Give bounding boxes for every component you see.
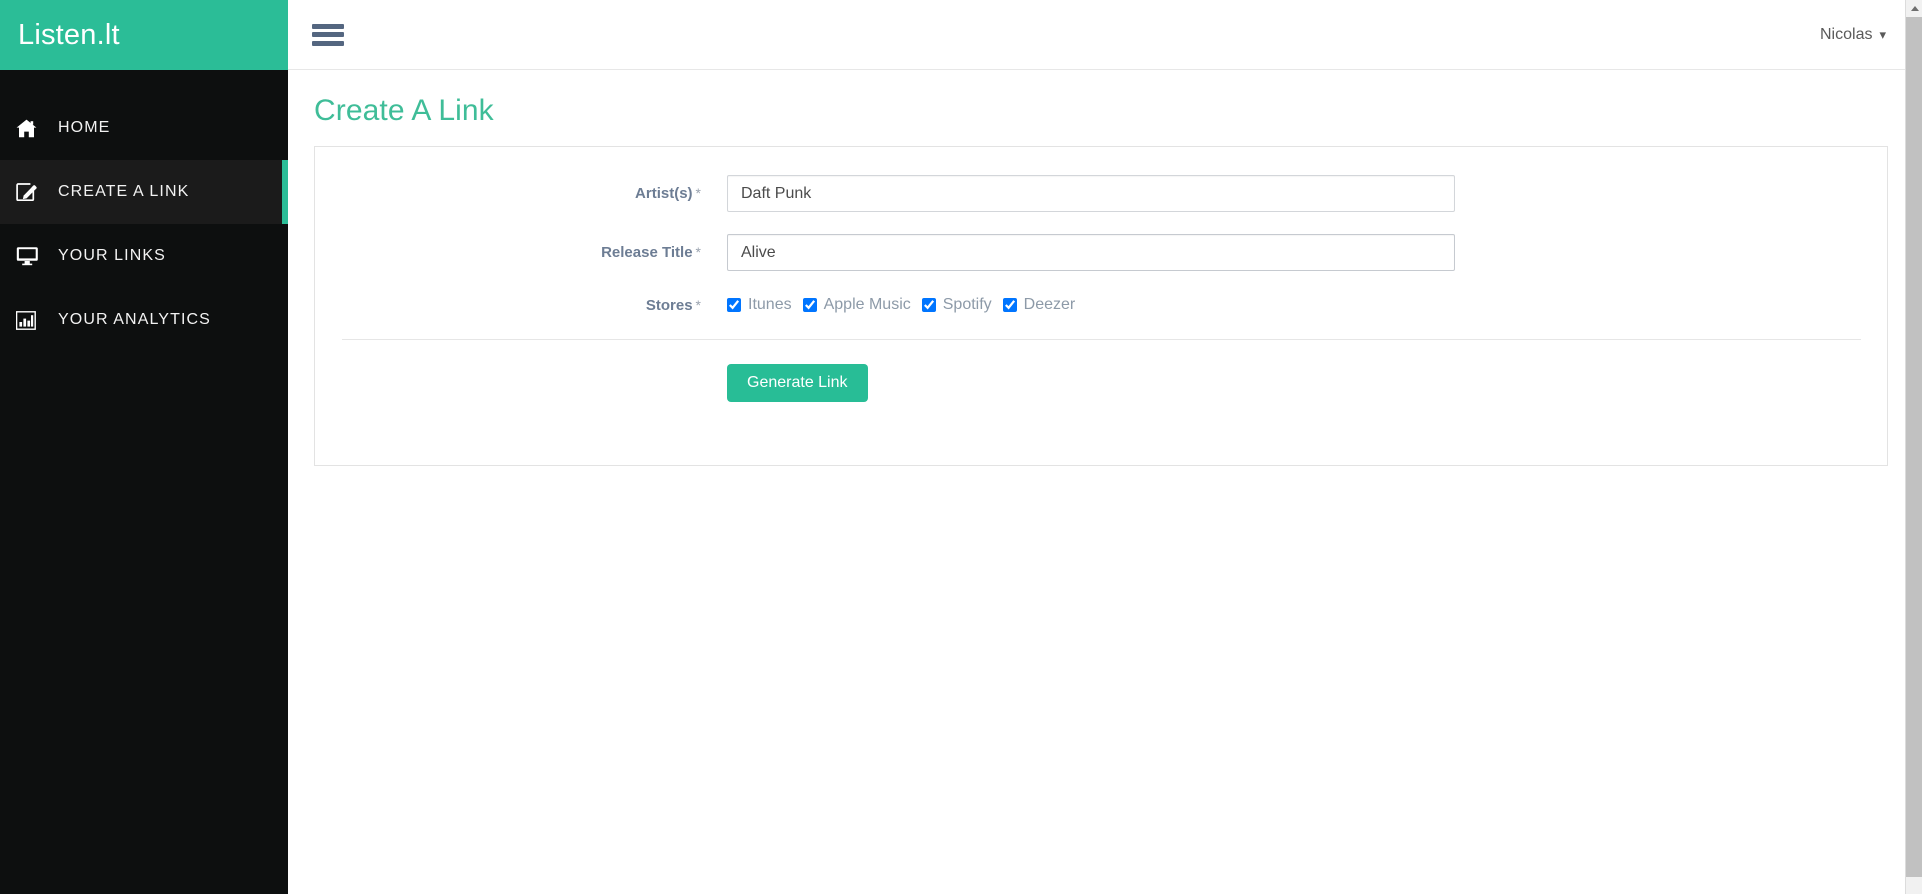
stores-label: Stores * [315,297,727,314]
page-title: Create A Link [314,94,494,127]
hamburger-bar [312,23,344,29]
hamburger-icon[interactable] [312,22,344,48]
store-label-itunes: Itunes [748,296,792,313]
bar-chart-icon [16,310,46,330]
main-content: Create A Link Artist(s)* Release Title* [288,71,1922,894]
pencil-square-icon [16,182,46,202]
sidebar-item-your-analytics[interactable]: YOUR ANALYTICS [0,288,288,352]
required-asterisk: * [695,244,701,260]
hamburger-bar [312,40,344,46]
required-asterisk: * [695,296,701,313]
store-option-deezer[interactable]: Deezer [1002,296,1076,314]
store-option-itunes[interactable]: Itunes [727,296,792,314]
brand-logo[interactable]: Listen.lt [0,0,288,70]
form-actions: Generate Link [315,340,1887,432]
user-name: Nicolas [1820,25,1873,43]
brand-name: Listen.lt [18,18,120,51]
sidebar-item-your-links[interactable]: YOUR LINKS [0,224,288,288]
store-checkbox-apple-music[interactable] [802,298,817,312]
sidebar-nav: HOME CREATE A LINK YOUR LINKS YOUR ANALY… [0,70,288,352]
app-root: Listen.lt HOME CREATE A LINK YOUR LINKS … [0,0,1922,894]
sidebar-item-label: CREATE A LINK [58,183,190,200]
generate-link-button[interactable]: Generate Link [727,364,868,402]
create-link-panel: Artist(s)* Release Title* Stores* [314,146,1888,466]
actions-spacer [315,364,727,402]
store-label-apple-music: Apple Music [823,296,911,313]
release-title-input[interactable] [727,234,1455,271]
sidebar-item-create-a-link[interactable]: CREATE A LINK [0,160,288,224]
store-label-spotify: Spotify [942,296,992,313]
page-scrollbar[interactable] [1905,0,1922,894]
scrollbar-thumb[interactable] [1906,17,1922,877]
artist-label-text: Artist(s) [635,185,693,202]
create-link-form: Artist(s)* Release Title* Stores* [315,175,1887,432]
release-title-label: Release Title * [315,244,727,261]
sidebar: Listen.lt HOME CREATE A LINK YOUR LINKS … [0,0,288,894]
sidebar-item-home[interactable]: HOME [0,96,288,160]
home-icon [16,119,46,138]
sidebar-item-label: HOME [58,119,111,136]
store-option-spotify[interactable]: Spotify [921,296,992,314]
store-option-apple-music[interactable]: Apple Music [802,296,911,314]
store-label-deezer: Deezer [1023,296,1076,313]
user-menu[interactable]: Nicolas ▾ [1820,26,1886,44]
sidebar-item-label: YOUR LINKS [58,247,166,264]
desktop-icon [16,246,46,266]
artist-label: Artist(s) * [315,185,727,202]
required-asterisk: * [695,185,701,201]
store-checkbox-spotify[interactable] [921,298,936,312]
stores-label-text: Stores [645,296,693,314]
form-row-release-title: Release Title * [315,234,1887,271]
release-title-label-text: Release Title [601,244,693,261]
hamburger-bar [312,32,344,37]
artist-input[interactable] [727,175,1455,212]
sidebar-item-label: YOUR ANALYTICS [58,311,211,328]
store-checkbox-deezer[interactable] [1002,298,1017,312]
chevron-down-icon: ▾ [1879,27,1886,42]
store-checkbox-itunes[interactable] [727,298,741,312]
stores-checkbox-group: Itunes Apple Music Spotify Deezer [727,293,1086,317]
form-row-artist: Artist(s) * [315,175,1887,212]
top-bar: Nicolas ▾ [288,0,1922,70]
form-row-stores: Stores * Itunes Apple Music Spotify Deez… [315,293,1887,317]
scrollbar-up-arrow-icon[interactable] [1906,0,1922,17]
